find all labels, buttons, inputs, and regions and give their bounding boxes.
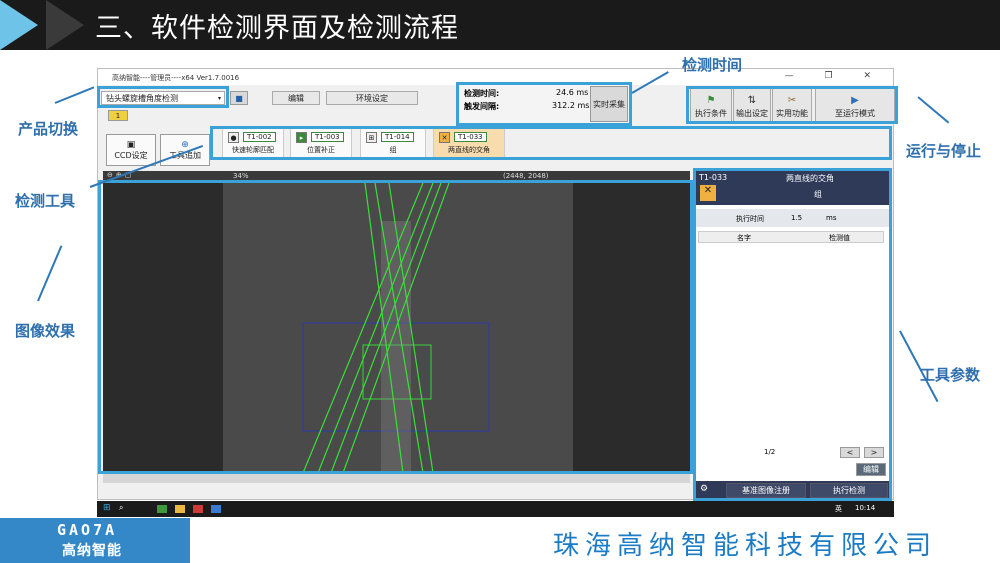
anno-image-effect: 图像效果 (15, 322, 76, 340)
leader-line (37, 245, 63, 302)
company-name: 珠海高纳智能科技有限公司 (553, 531, 938, 561)
highlight-image (98, 180, 693, 474)
logo-mark: GAO7A (57, 521, 118, 539)
menu-env[interactable]: 环境设定 (326, 91, 418, 105)
input-lang[interactable]: 英 (835, 504, 842, 514)
window-controls[interactable]: — ❐ ✕ (785, 71, 885, 81)
windows-taskbar: ⊞ ⌕ 英 10:14 (97, 501, 894, 517)
ccd-set-label: CCD设定 (114, 150, 148, 160)
menu-edit[interactable]: 编辑 (272, 91, 320, 105)
anno-tool-params: 工具参数 (920, 366, 981, 384)
save-icon[interactable]: ■ (230, 91, 248, 105)
anno-detect-time: 检测时间 (682, 56, 743, 74)
chevron-decoration (46, 0, 84, 50)
highlight-detect-tool (210, 126, 892, 160)
title-bar: 三、软件检测界面及检测流程 (0, 0, 1000, 50)
plus-icon: ⊕ (181, 139, 189, 150)
highlight-run-stop (686, 86, 898, 124)
anno-detect-tool: 检测工具 (15, 192, 76, 210)
camera-icon: ▣ (126, 139, 136, 150)
clock: 10:14 (855, 504, 876, 512)
wps-icon[interactable] (193, 505, 203, 513)
windows-icon[interactable]: ⊞ (103, 503, 111, 513)
window-title: 高纳智能----管理员----x64 Ver1.7.0016 (112, 74, 240, 82)
horizontal-scrollbar[interactable] (103, 474, 690, 483)
search-icon[interactable]: ⌕ (119, 503, 123, 513)
leader-line (54, 86, 95, 104)
zoom-value: 34% (233, 172, 249, 180)
anno-run-stop: 运行与停止 (906, 142, 982, 160)
anno-product-switch: 产品切换 (18, 120, 79, 138)
highlight-tool-params (693, 168, 892, 501)
tab-badge[interactable]: 1 (108, 110, 128, 121)
logo-name: 高纳智能 (62, 543, 122, 559)
slide: 三、软件检测界面及检测流程 高纳智能----管理员----x64 Ver1.7.… (0, 0, 1000, 563)
leader-line (917, 96, 950, 124)
resolution-value: (2448, 2048) (503, 172, 549, 180)
wechat-icon[interactable] (157, 505, 167, 513)
highlight-product-switch (97, 86, 229, 108)
slide-title: 三、软件检测界面及检测流程 (95, 13, 459, 44)
app-icon[interactable] (211, 505, 221, 513)
ccd-set-button[interactable]: ▣ CCD设定 (106, 134, 156, 166)
chevron-decoration (0, 0, 38, 50)
highlight-detect-time (456, 82, 632, 126)
folder-icon[interactable] (175, 505, 185, 513)
